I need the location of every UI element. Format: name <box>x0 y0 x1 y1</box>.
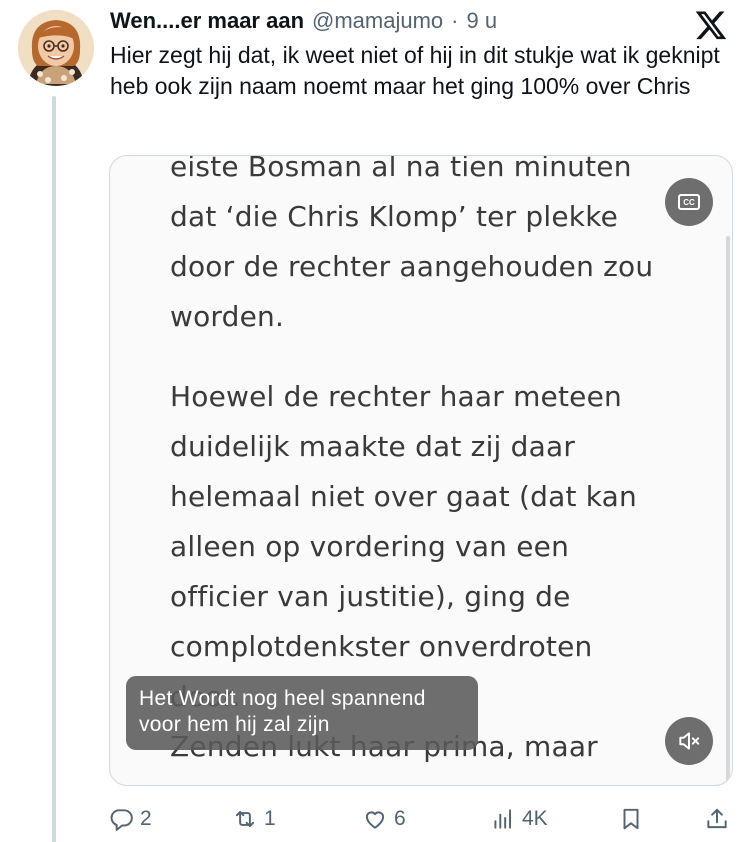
x-logo-icon[interactable] <box>694 8 728 42</box>
article-line: alleen op vordering van een <box>170 530 570 563</box>
separator-dot: · <box>451 8 459 33</box>
like-button[interactable]: 6 <box>362 800 406 838</box>
captions-button[interactable]: CC <box>665 178 713 226</box>
repost-count: 1 <box>264 807 276 830</box>
article-line: dat ‘die Chris Klomp’ ter plekke <box>170 200 619 233</box>
avatar-illustration <box>18 10 94 86</box>
article-line: worden. <box>170 300 285 333</box>
article-line: door de rechter aangehouden zou <box>170 250 654 283</box>
display-name[interactable]: Wen....er maar aan <box>110 8 304 34</box>
tweet-text: Hier zegt hij dat, ik weet niet of hij i… <box>110 42 720 99</box>
share-icon <box>707 808 727 829</box>
reply-count: 2 <box>140 807 152 830</box>
timestamp[interactable]: 9 u <box>466 8 497 34</box>
views-count: 4K <box>522 807 548 830</box>
article-scrollbar <box>726 236 730 785</box>
speaker-muted-icon <box>679 732 700 750</box>
cc-icon: CC <box>678 194 700 210</box>
like-count: 6 <box>394 807 406 830</box>
repost-icon <box>235 810 255 828</box>
views-chart-icon <box>494 809 512 829</box>
reply-button[interactable]: 2 <box>108 800 152 838</box>
article-line: helemaal niet over gaat (dat kan <box>170 480 637 513</box>
bookmark-icon <box>623 808 639 830</box>
article-line: complotdenkster onverdroten <box>170 630 593 663</box>
video-caption: Het Wordt nog heel spannend voor hem hij… <box>126 676 478 750</box>
views-button[interactable]: 4K <box>490 800 548 838</box>
bookmark-button[interactable] <box>618 800 644 838</box>
tweet-header: Wen....er maar aan @mamajumo · 9 u <box>110 8 730 38</box>
share-button[interactable] <box>704 800 730 838</box>
article-line: eiste Bosman al na tien minuten <box>170 155 632 183</box>
reply-icon <box>110 809 133 831</box>
user-handle[interactable]: @mamajumo <box>312 8 443 34</box>
avatar[interactable] <box>18 10 94 86</box>
unmute-button[interactable] <box>665 717 713 765</box>
article-line: officier van justitie), ging de <box>170 580 571 613</box>
caption-line: voor hem hij zal zijn <box>139 713 330 736</box>
action-bar: 2 1 6 4K <box>108 800 738 838</box>
article-line: duidelijk maakte dat zij daar <box>170 430 576 463</box>
repost-button[interactable]: 1 <box>232 800 276 838</box>
thread-line <box>52 96 56 842</box>
article-line: Hoewel de rechter haar meteen <box>170 380 622 413</box>
media-video[interactable]: eiste Bosman al na tien minuten dat ‘die… <box>109 155 733 786</box>
caption-line: Het Wordt nog heel spannend <box>139 687 426 710</box>
heart-icon <box>365 811 385 829</box>
